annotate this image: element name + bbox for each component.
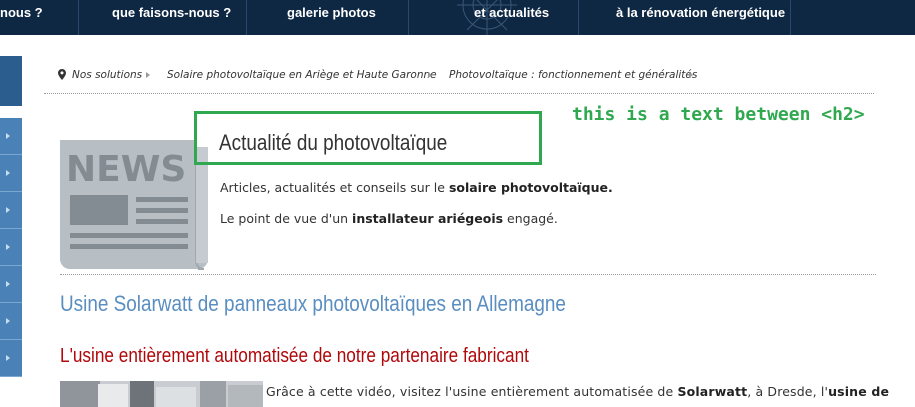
nav-item-renovation[interactable]: à la rénovation énergétique [616,0,785,35]
left-sidebar [0,56,22,407]
chevron-right-icon [6,133,10,139]
sidebar-header [0,56,22,106]
chevron-right-icon [146,72,150,78]
chevron-right-icon [6,244,10,250]
intro-text: Le point de vue d'un [220,211,353,226]
intro-text: Articles, actualités et conseils sur le [220,180,449,195]
chevron-right-icon [689,72,693,78]
top-navigation: nous ? que faisons-nous ? galerie photos… [0,0,915,35]
news-icon-label: NEWS [66,149,186,190]
breadcrumb: Nos solutions Solaire photovoltaïque en … [58,66,878,86]
chevron-right-icon [6,281,10,287]
divider [60,274,876,275]
intro-bold: installateur ariégeois [352,211,504,226]
article-subtitle: L'usine entièrement automatisée de notre… [60,345,529,367]
chevron-right-icon [6,170,10,176]
sidebar-item[interactable] [0,229,22,266]
nav-item-gallery[interactable]: galerie photos [287,0,376,35]
intro-line-1: Articles, actualités et conseils sur le … [220,180,613,195]
nav-item-news[interactable]: et actualités [474,0,549,35]
article-text: , à Dresde, l' [747,384,829,399]
article-body: Grâce à cette vidéo, visitez l'usine ent… [266,384,889,399]
article-title-link[interactable]: Usine Solarwatt de panneaux photovoltaïq… [60,291,566,317]
sidebar-item[interactable] [0,118,22,155]
article-text: Grâce à cette vidéo, visitez l'usine ent… [266,384,678,399]
video-thumbnail[interactable] [60,381,263,407]
divider [44,93,874,94]
nav-separator [78,0,79,35]
sidebar-item[interactable] [0,192,22,229]
breadcrumb-item[interactable]: Solaire photovoltaïque en Ariège et Haut… [167,69,437,81]
intro-line-2: Le point de vue d'un installateur ariége… [220,211,558,226]
nav-item-services[interactable]: que faisons-nous ? [112,0,231,35]
nav-separator [246,0,247,35]
breadcrumb-item[interactable]: Nos solutions [72,69,142,81]
chevron-right-icon [6,318,10,324]
newspaper-icon: NEWS [60,140,208,270]
annotation-label: this is a text between <h2> [572,104,865,125]
nav-separator [578,0,579,35]
intro-text: engagé. [503,211,558,226]
map-pin-icon [58,69,66,80]
breadcrumb-item[interactable]: Photovoltaïque : fonctionnement et génér… [449,69,697,81]
intro-bold: solaire photovoltaïque. [448,180,613,195]
article-bold: usine de [828,384,890,399]
sidebar-item[interactable] [0,303,22,340]
page-heading: Actualité du photovoltaïque [219,130,448,155]
chevron-right-icon [428,72,432,78]
chevron-right-icon [6,355,10,361]
sidebar-item[interactable] [0,155,22,192]
chevron-right-icon [6,207,10,213]
sidebar-item[interactable] [0,266,22,303]
article-bold: Solarwatt [677,384,748,399]
nav-separator [790,0,791,35]
sidebar-item[interactable] [0,340,22,377]
nav-item-about[interactable]: nous ? [0,0,43,35]
nav-separator [408,0,409,35]
